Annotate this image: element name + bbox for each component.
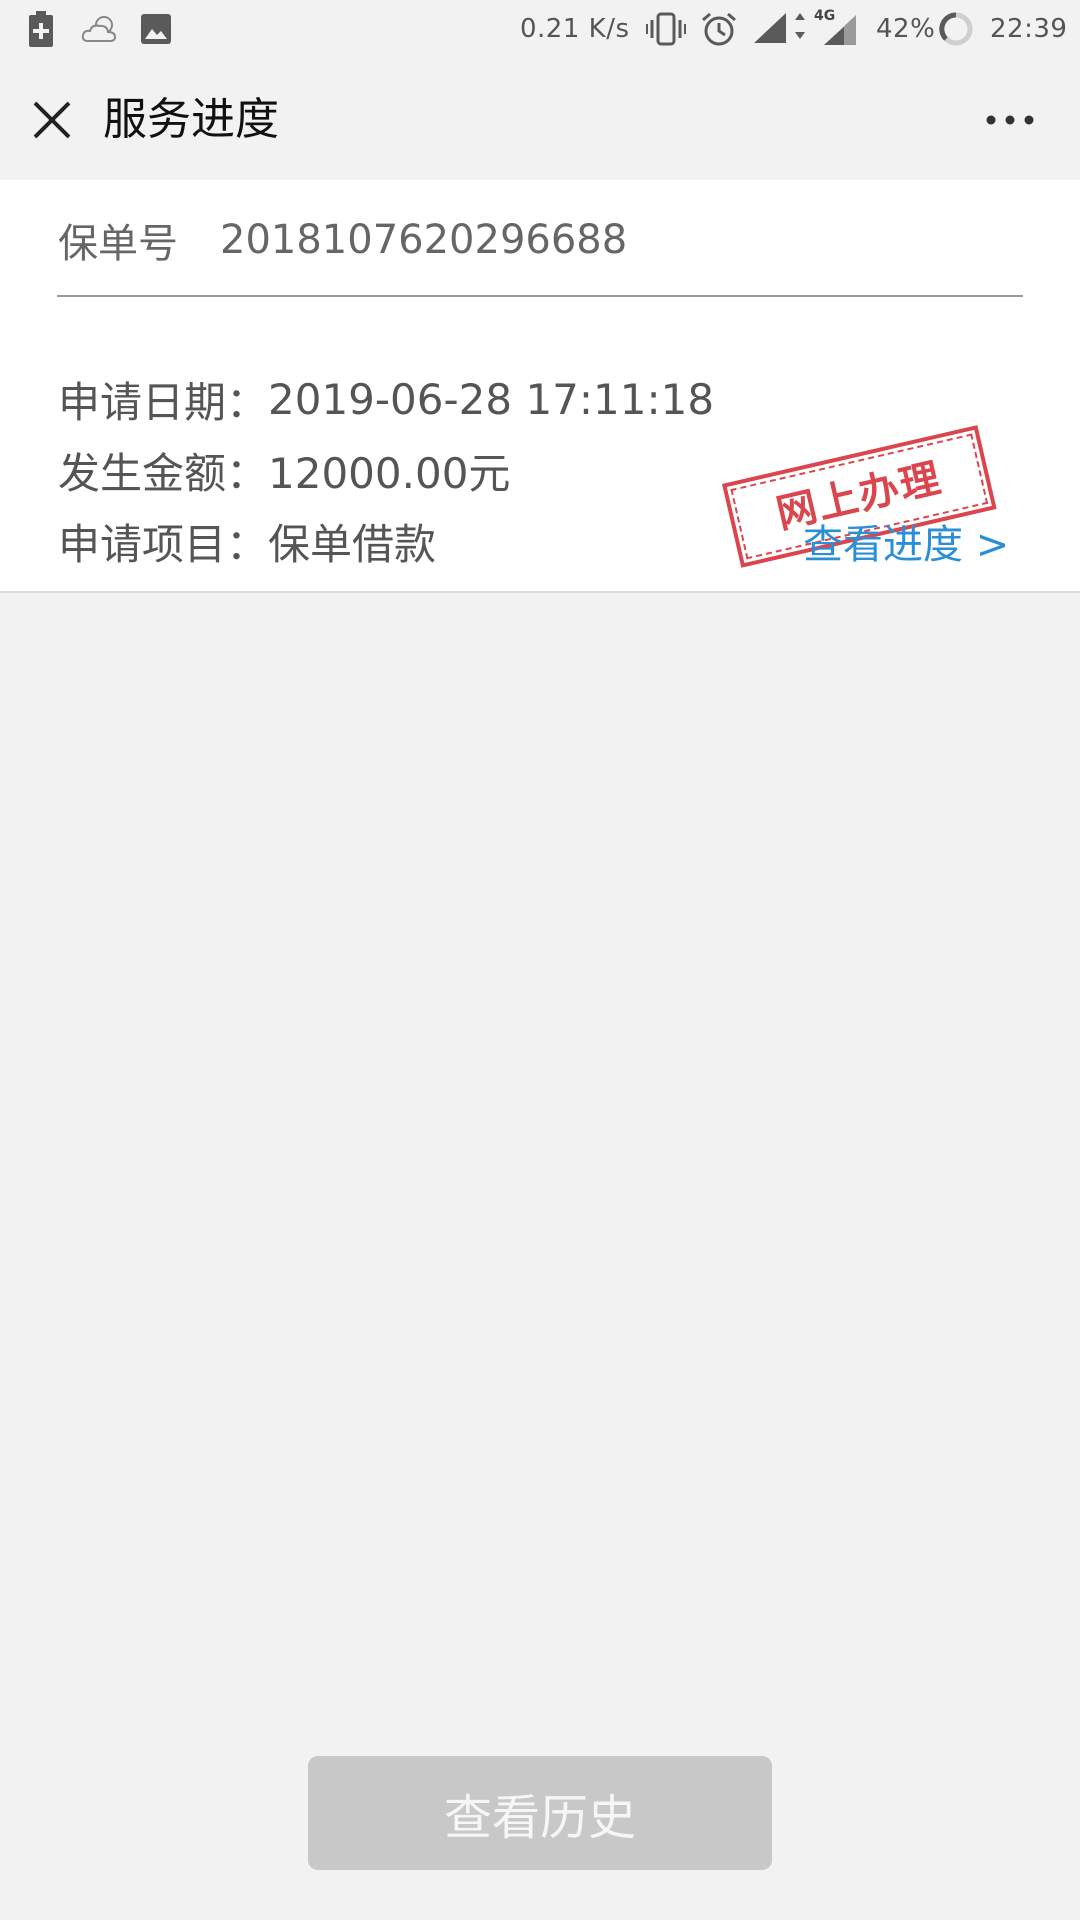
signal-4g-icon: 4G: [810, 8, 858, 48]
amount-row: 发生金额： 12000.00元: [58, 440, 510, 500]
network-type-label: 4G: [814, 8, 836, 24]
application-date-row: 申请日期： 2019-06-28 17:11:18: [58, 369, 714, 429]
signal-icon: [752, 11, 788, 45]
gallery-icon: [140, 11, 172, 47]
more-dots-icon: [986, 115, 1034, 125]
close-icon: [33, 101, 71, 139]
data-arrows-icon: [794, 11, 806, 41]
policy-number-label: 保单号: [58, 221, 178, 267]
divider: [57, 295, 1023, 297]
service-card: 保单号 2018107620296688 网上办理 申请日期： 2019-06-…: [0, 180, 1080, 593]
policy-number-row: 保单号 2018107620296688: [58, 210, 627, 270]
status-bar: 0.21 K/s 4G 42% 22:39: [0, 0, 1080, 60]
weather-cloud-icon: [80, 11, 120, 47]
view-history-button[interactable]: 查看历史: [308, 1756, 772, 1870]
amount-label: 发生金额：: [58, 448, 269, 498]
battery-saver-icon: [28, 11, 54, 47]
alarm-icon: [700, 11, 738, 47]
app-header: 服务进度: [0, 60, 1080, 180]
vibrate-icon: [646, 11, 686, 47]
battery-percent: 42%: [876, 14, 936, 44]
page-title: 服务进度: [103, 94, 279, 145]
application-item-value: 保单借款: [268, 519, 437, 569]
policy-number-value: 2018107620296688: [220, 217, 628, 263]
application-date-value: 2019-06-28 17:11:18: [268, 374, 715, 424]
battery-ring-icon: [938, 11, 974, 47]
application-date-label: 申请日期：: [58, 377, 269, 427]
close-button[interactable]: [20, 90, 84, 150]
network-speed: 0.21 K/s: [520, 14, 630, 44]
clock: 22:39: [990, 14, 1068, 44]
more-options-button[interactable]: [970, 90, 1050, 150]
view-progress-link[interactable]: 查看进度 >: [803, 511, 1009, 571]
amount-value: 12000.00元: [268, 448, 511, 498]
application-item-row: 申请项目： 保单借款: [58, 511, 436, 571]
application-item-label: 申请项目：: [58, 519, 269, 569]
